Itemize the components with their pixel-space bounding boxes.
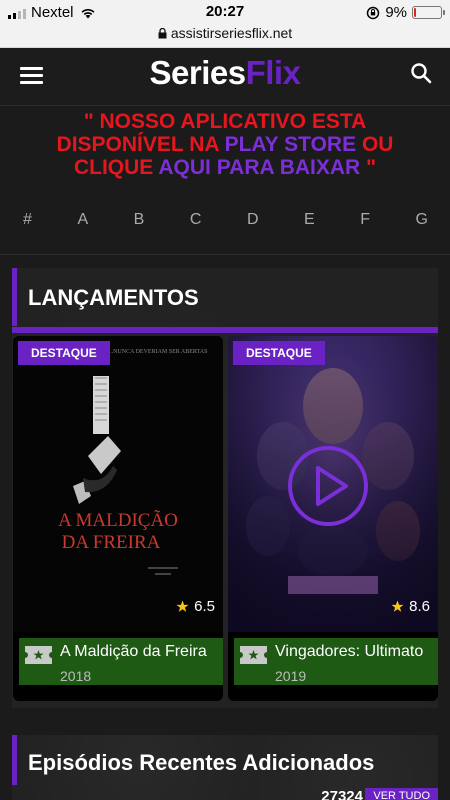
app-promo-banner[interactable]: " NOSSO APLICATIVO ESTA DISPONÍVEL NA PL… — [0, 110, 450, 179]
promo-text-3: " — [366, 156, 377, 179]
movie-year: 2018 — [60, 668, 92, 684]
movie-card[interactable]: A MALDIÇÃO DA FREIRA ...NUNCA DEVERIAM S… — [13, 336, 223, 701]
letter-f[interactable]: F — [360, 211, 370, 231]
play-icon[interactable] — [286, 444, 370, 528]
download-link[interactable]: AQUI PARA BAIXAR — [158, 156, 360, 179]
card-info: A Maldição da Freira 2018 — [19, 638, 223, 685]
movie-poster: A MALDIÇÃO DA FREIRA ...NUNCA DEVERIAM S… — [13, 336, 223, 632]
padlock-icon — [158, 28, 167, 39]
ticket-icon — [240, 646, 267, 664]
poster-title-line2: DA FREIRA — [62, 532, 161, 553]
letter-g[interactable]: G — [416, 211, 428, 231]
letter-b[interactable]: B — [134, 211, 145, 231]
url-text: assistirseriesflix.net — [170, 25, 293, 41]
poster-title-line1: A MALDIÇÃO — [58, 509, 178, 531]
battery-percent: 9% — [385, 4, 407, 21]
battery-icon — [412, 6, 445, 19]
letter-a[interactable]: A — [77, 211, 88, 231]
movie-year: 2019 — [275, 668, 307, 684]
divider — [0, 254, 450, 255]
section-header: LANÇAMENTOS — [12, 268, 438, 326]
logo-part-flix: Flix — [245, 54, 301, 91]
rating-value: 8.6 — [409, 598, 430, 615]
letter-d[interactable]: D — [247, 211, 259, 231]
movie-card[interactable]: DESTAQUE 8.6 Vingadores: Ultimato 2019 — [228, 336, 438, 701]
play-store-link[interactable]: PLAY STORE — [225, 133, 357, 156]
episode-count: 27324 — [321, 788, 363, 800]
url-bar[interactable]: assistirseriesflix.net — [0, 24, 450, 48]
featured-badge: DESTAQUE — [233, 341, 325, 365]
letter-e[interactable]: E — [304, 211, 315, 231]
battery-fill — [414, 8, 417, 17]
movie-title[interactable]: Vingadores: Ultimato — [275, 643, 438, 661]
section-header: Episódios Recentes Adicionados — [12, 735, 438, 785]
section-title: Episódios Recentes Adicionados — [28, 750, 375, 775]
movie-title[interactable]: A Maldição da Freira — [60, 643, 223, 661]
card-info: Vingadores: Ultimato 2019 — [234, 638, 438, 685]
poster-tagline: ...NUNCA DEVERIAM SER ABERTAS — [109, 349, 208, 355]
orientation-lock-icon — [367, 6, 380, 19]
status-bar: Nextel 20:27 9% — [0, 0, 450, 24]
site-logo[interactable]: SeriesFlix — [0, 54, 450, 92]
letter-c[interactable]: C — [190, 211, 202, 231]
section-accent-bar — [12, 327, 438, 333]
alphabet-nav: # A B C D E F G — [0, 211, 450, 231]
ticket-icon — [25, 646, 52, 664]
star-icon — [391, 600, 404, 612]
status-right: 9% — [366, 4, 445, 21]
logo-part-series: Series — [149, 54, 247, 91]
section-title: LANÇAMENTOS — [28, 285, 199, 310]
rating-value: 6.5 — [194, 598, 215, 615]
site-header: SeriesFlix — [0, 48, 450, 106]
star-icon — [176, 600, 189, 612]
featured-badge: DESTAQUE — [18, 341, 110, 365]
see-all-button[interactable]: VER TUDO — [365, 788, 438, 800]
rating: 6.5 — [176, 598, 215, 615]
letter-hash[interactable]: # — [23, 211, 32, 231]
rating: 8.6 — [391, 598, 430, 615]
search-icon[interactable] — [410, 62, 432, 84]
